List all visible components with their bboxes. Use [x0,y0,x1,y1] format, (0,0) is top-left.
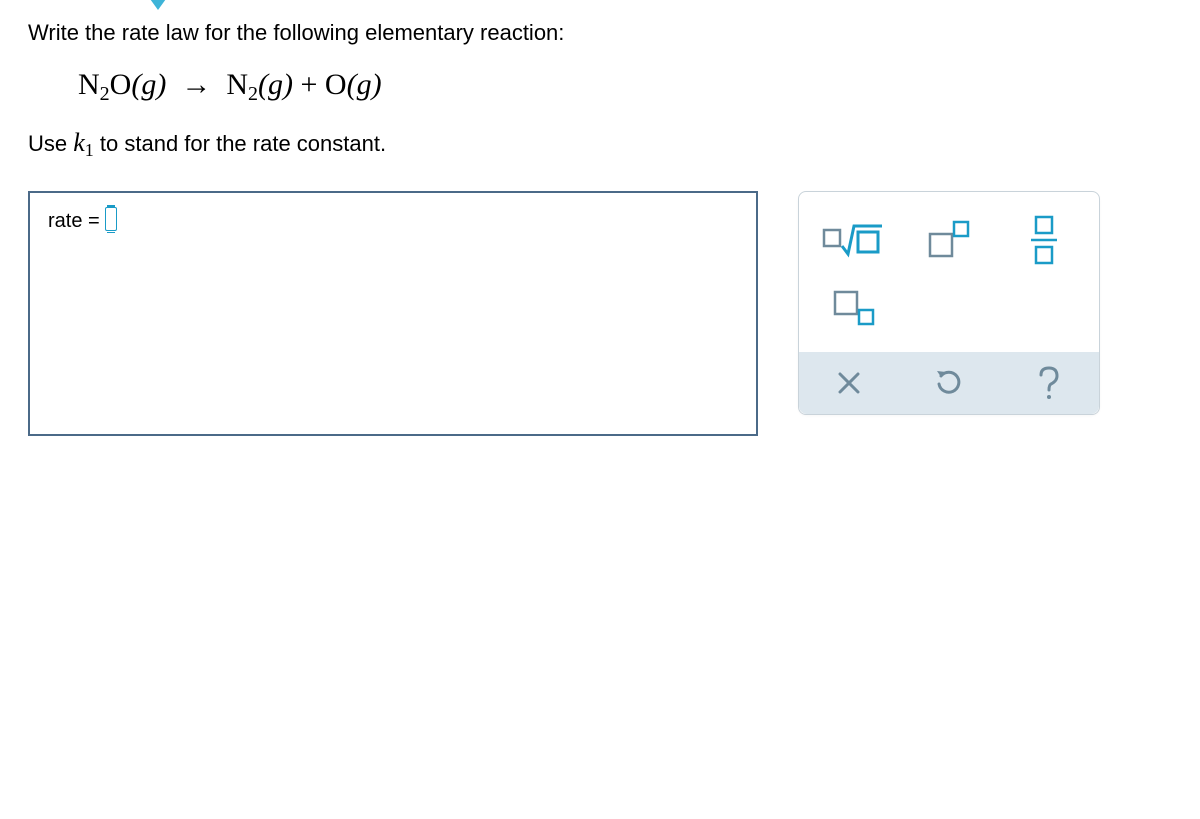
superscript-button[interactable] [902,206,997,274]
question-prompt: Write the rate law for the following ele… [28,20,1172,46]
answer-lhs-label: rate [48,210,82,232]
help-button[interactable] [999,352,1099,414]
answer-input-area[interactable]: rate = [28,191,758,436]
math-input-cursor[interactable] [105,207,117,231]
subscript-button[interactable] [807,274,902,342]
undo-button[interactable] [899,352,999,414]
palette-empty-1 [902,274,997,342]
instruction-text: Use k1 to stand for the rate constant. [28,128,1172,161]
fraction-button[interactable] [996,206,1091,274]
reaction-equation: N2O(g) → N2(g) + O(g) [78,68,1172,106]
sqrt-button[interactable] [807,206,902,274]
section-marker-icon [145,0,171,10]
clear-button[interactable] [799,352,899,414]
palette-empty-2 [996,274,1091,342]
question-content: Write the rate law for the following ele… [0,0,1200,456]
math-palette [798,191,1100,415]
